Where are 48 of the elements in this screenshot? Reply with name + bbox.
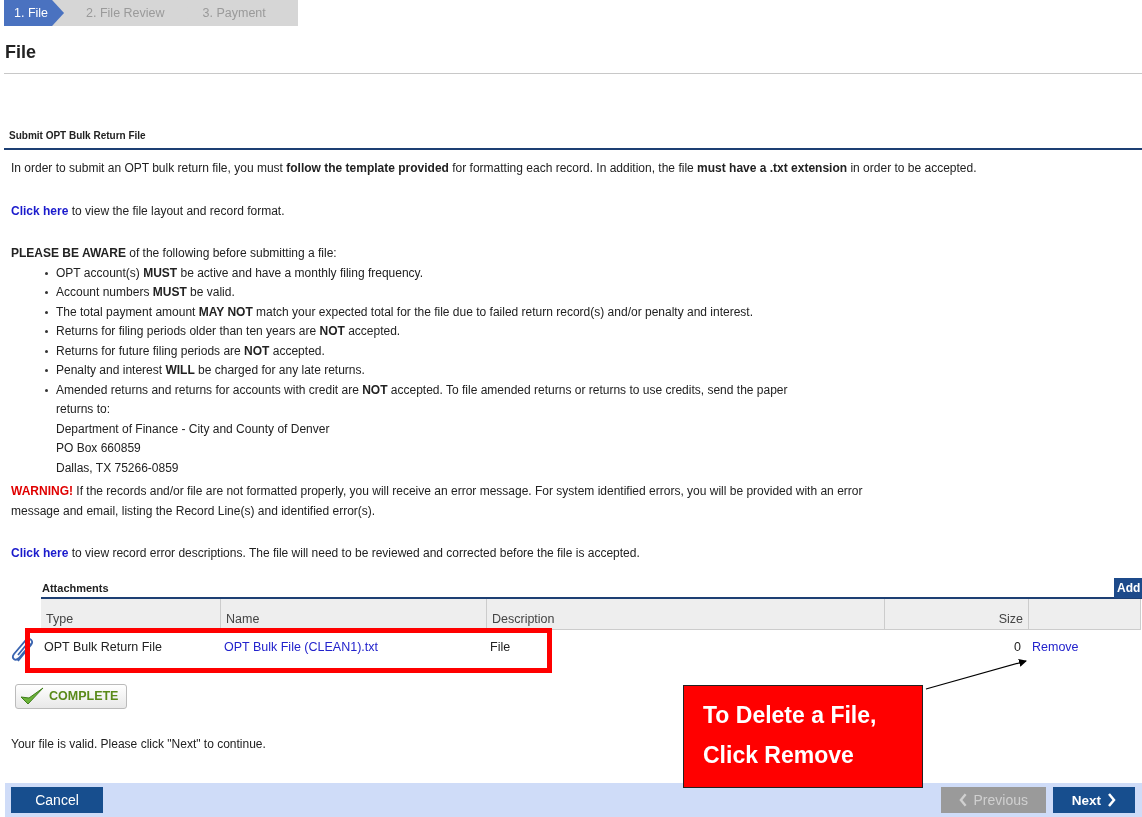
callout-text: Click Remove [703, 741, 855, 770]
callout-text: To Delete a File, [703, 701, 878, 730]
errors-link[interactable]: Click here [11, 546, 69, 560]
status-message: Your file is valid. Please click "Next" to continue. [11, 736, 266, 751]
bullet-icon [45, 388, 48, 392]
bullet-icon [45, 349, 48, 353]
list-item-text: Penalty and interest WILL be charged for any late returns. [56, 362, 365, 379]
aware-heading: PLEASE BE AWARE of the following before submitting a file: [10, 245, 338, 262]
table-cell-text: File [489, 638, 512, 656]
step-tab[interactable]: 1. File [4, 0, 65, 26]
next-button[interactable]: Next [1053, 787, 1135, 813]
errors-paragraph: Click here to view record error descriptions. The file will need to be reviewed and corrected before the file is accepted. [10, 545, 641, 562]
chevron-right-icon [1107, 793, 1117, 807]
address-line: Department of Finance - City and County of Denver [56, 420, 331, 438]
list-item-text: Returns for future filing periods are NOT accepted. [56, 342, 325, 360]
section-title: Submit OPT Bulk Return File [9, 130, 146, 141]
column-header: Size [885, 598, 1029, 630]
attachments-title: Attachments [42, 581, 109, 594]
table-cell-text: 0 [1013, 638, 1022, 656]
column-header: Type [41, 598, 221, 630]
layout-paragraph: Click here to view the file layout and record format. [10, 202, 286, 220]
chevron-left-icon [959, 793, 968, 807]
column-header: Description [487, 598, 885, 630]
list-item-text: Returns for filing periods older than ten years are NOT accepted. [56, 323, 401, 340]
bullet-icon [45, 330, 48, 333]
status-label: COMPLETE [49, 689, 119, 703]
list-item-text: The total payment amount MAY NOT match your expected total for the file due to failed return record(s) and/or penalty and interest. [56, 303, 754, 321]
list-item-text: Account numbers MUST be valid. [56, 284, 235, 301]
layout-link[interactable]: Click here [11, 203, 69, 218]
list-item-text: Amended returns and returns for accounts with credit are NOT accepted. To file amended returns or returns to use credits, send the paper returns to: [56, 381, 789, 418]
bullet-icon [45, 291, 48, 294]
check-icon [19, 686, 45, 706]
page-title: File [5, 42, 36, 63]
remove-link[interactable]: Remove [1032, 639, 1079, 654]
address-line: PO Box 660859 [56, 440, 142, 457]
file-link[interactable]: OPT Bulk File (CLEAN1).txt [224, 639, 378, 654]
paperclip-icon [10, 635, 36, 664]
bullet-icon [45, 271, 48, 275]
bullet-icon [45, 310, 48, 314]
intro-paragraph: In order to submit an OPT bulk return file, you must follow the template provided for formatting each record. In addition, the file must have a .txt extension in order to be accepted. [10, 160, 978, 177]
column-header: Name [221, 598, 487, 630]
warning-paragraph: WARNING! If the records and/or file are not formatted properly, you will receive an error message. For system identified errors, you will be provided with an error message and email, listing the Record Line(s) and identified error(s). [10, 483, 864, 520]
table-cell-text: OPT Bulk Return File [43, 638, 163, 656]
bullet-icon [45, 369, 48, 372]
add-button[interactable]: Add [1114, 577, 1142, 598]
address-line: Dallas, TX 75266-0859 [56, 459, 180, 477]
list-item-text: OPT account(s) MUST be active and have a monthly filing frequency. [56, 264, 424, 282]
cancel-button[interactable]: Cancel [11, 787, 103, 813]
